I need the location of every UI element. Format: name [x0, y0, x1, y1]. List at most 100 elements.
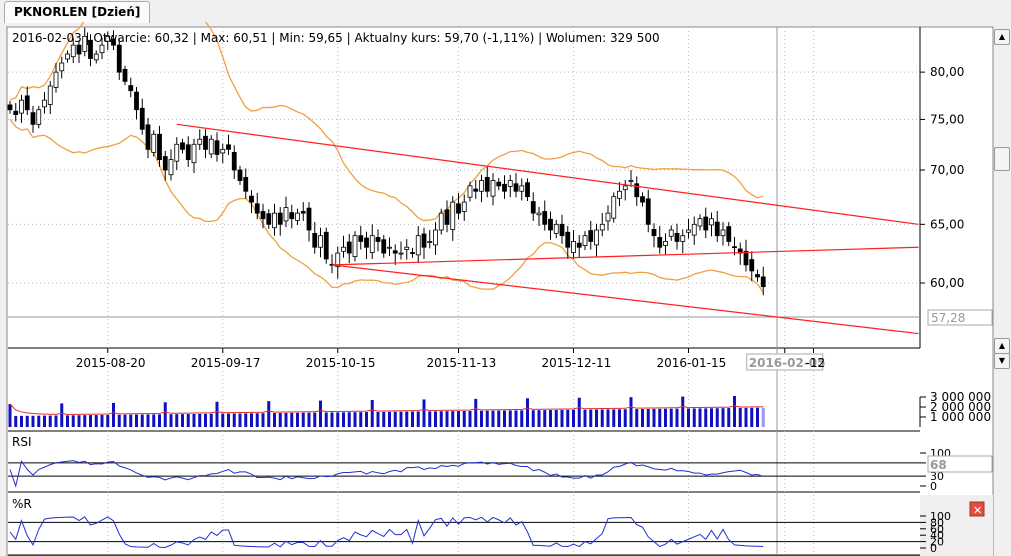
wr-title: %R — [12, 497, 32, 511]
volume-bar — [129, 414, 133, 427]
volume-bar — [497, 410, 501, 427]
candle-body — [645, 198, 651, 225]
candle-body — [697, 218, 703, 227]
volume-bar — [520, 410, 524, 427]
date-label: 2015-09-17 — [191, 356, 261, 370]
volume-bar — [531, 410, 535, 427]
candle-body — [387, 246, 392, 249]
candle-body — [42, 99, 47, 108]
volume-bar — [37, 415, 41, 427]
candle-body — [530, 201, 536, 214]
volume-bar — [675, 408, 679, 427]
volume-bar — [376, 411, 380, 427]
volume-bar — [710, 408, 713, 427]
candle — [323, 227, 329, 264]
candle-body — [168, 159, 174, 176]
volume-bar — [508, 410, 512, 427]
candle-body — [651, 229, 657, 237]
volume-bar — [669, 408, 673, 427]
volume-bar — [658, 408, 662, 427]
candle-body — [663, 241, 668, 246]
date-label: 2015-12-11 — [542, 356, 612, 370]
candle-body — [352, 235, 358, 258]
candle-body — [433, 229, 438, 246]
candle-body — [122, 68, 128, 82]
candle-body — [369, 235, 375, 253]
volume-bar — [112, 402, 115, 427]
volume-bar — [8, 404, 12, 427]
candle-body — [760, 276, 766, 288]
volume-bar — [336, 412, 340, 427]
candle-body — [220, 148, 226, 154]
candle-body — [410, 252, 415, 254]
candle-body — [611, 196, 617, 219]
volume-bar — [439, 411, 443, 427]
candle-body — [622, 185, 628, 191]
candle-body — [507, 180, 513, 187]
volume-bar — [652, 408, 656, 427]
volume-bar — [106, 414, 110, 427]
stock-chart[interactable]: 2016-02-03 | Otwarcie: 60,32 | Max: 60,5… — [0, 22, 1011, 556]
tab-pknorlen[interactable]: PKNORLEN [Dzień] — [4, 1, 151, 23]
volume-bar — [715, 408, 719, 427]
volume-bar — [549, 410, 552, 427]
candle-body — [7, 104, 13, 111]
volume-bar — [313, 412, 317, 427]
candle-body — [36, 109, 42, 125]
volume-bar — [158, 414, 161, 427]
volume-bar — [727, 408, 731, 427]
candle-body — [254, 203, 260, 214]
candle-body — [24, 95, 30, 111]
scrollbar-thumb[interactable] — [994, 147, 1010, 171]
volume-bar — [152, 414, 156, 427]
tab-bar: PKNORLEN [Dzień] — [0, 0, 1011, 23]
volume-bar — [399, 411, 403, 427]
candle-body — [617, 190, 622, 199]
candle-body — [720, 229, 726, 237]
volume-bar — [301, 412, 305, 427]
candle-body — [13, 110, 19, 115]
volume-bar — [491, 410, 495, 427]
volume-bar — [25, 415, 29, 427]
scroll-down-button[interactable]: ▼ — [994, 353, 1010, 369]
candle-body — [358, 235, 364, 242]
candle — [151, 130, 157, 157]
candle-body — [93, 53, 99, 61]
candle-body — [686, 229, 691, 233]
candle-body — [709, 218, 714, 226]
volume-bar — [370, 400, 374, 427]
candle-body — [496, 181, 502, 187]
volume-bar — [94, 415, 98, 427]
volume-bar — [89, 415, 92, 427]
volume-bar — [100, 414, 104, 427]
candle-body — [266, 213, 272, 225]
candle-body — [548, 218, 553, 231]
volume-bar — [560, 409, 564, 427]
volume-bar — [388, 411, 391, 427]
volume-bar — [503, 410, 506, 427]
volume-bar — [186, 414, 190, 427]
candle-body — [157, 133, 162, 161]
scroll-up-button-2[interactable]: ▲ — [994, 338, 1010, 354]
candle-body — [249, 195, 254, 203]
candle-body — [260, 211, 266, 220]
volume-bar — [261, 413, 265, 427]
volume-bar — [181, 414, 184, 427]
volume-bar — [600, 409, 604, 427]
candle-body — [427, 241, 433, 243]
volume-bar — [606, 409, 610, 427]
date-label: -12 — [806, 356, 826, 370]
volume-bar — [255, 413, 259, 427]
volume-bar — [750, 407, 754, 427]
candle-body — [755, 274, 760, 278]
volume-bar — [480, 410, 483, 427]
scroll-up-button[interactable]: ▲ — [994, 29, 1010, 45]
volume-bar — [353, 412, 357, 427]
candle-body — [536, 212, 542, 216]
candle-body — [295, 212, 300, 221]
candle-body — [272, 212, 277, 229]
close-wr-button[interactable]: ✕ — [969, 501, 985, 517]
volume-bar — [411, 411, 414, 427]
volume-bar — [14, 415, 18, 427]
candle-body — [525, 182, 530, 198]
